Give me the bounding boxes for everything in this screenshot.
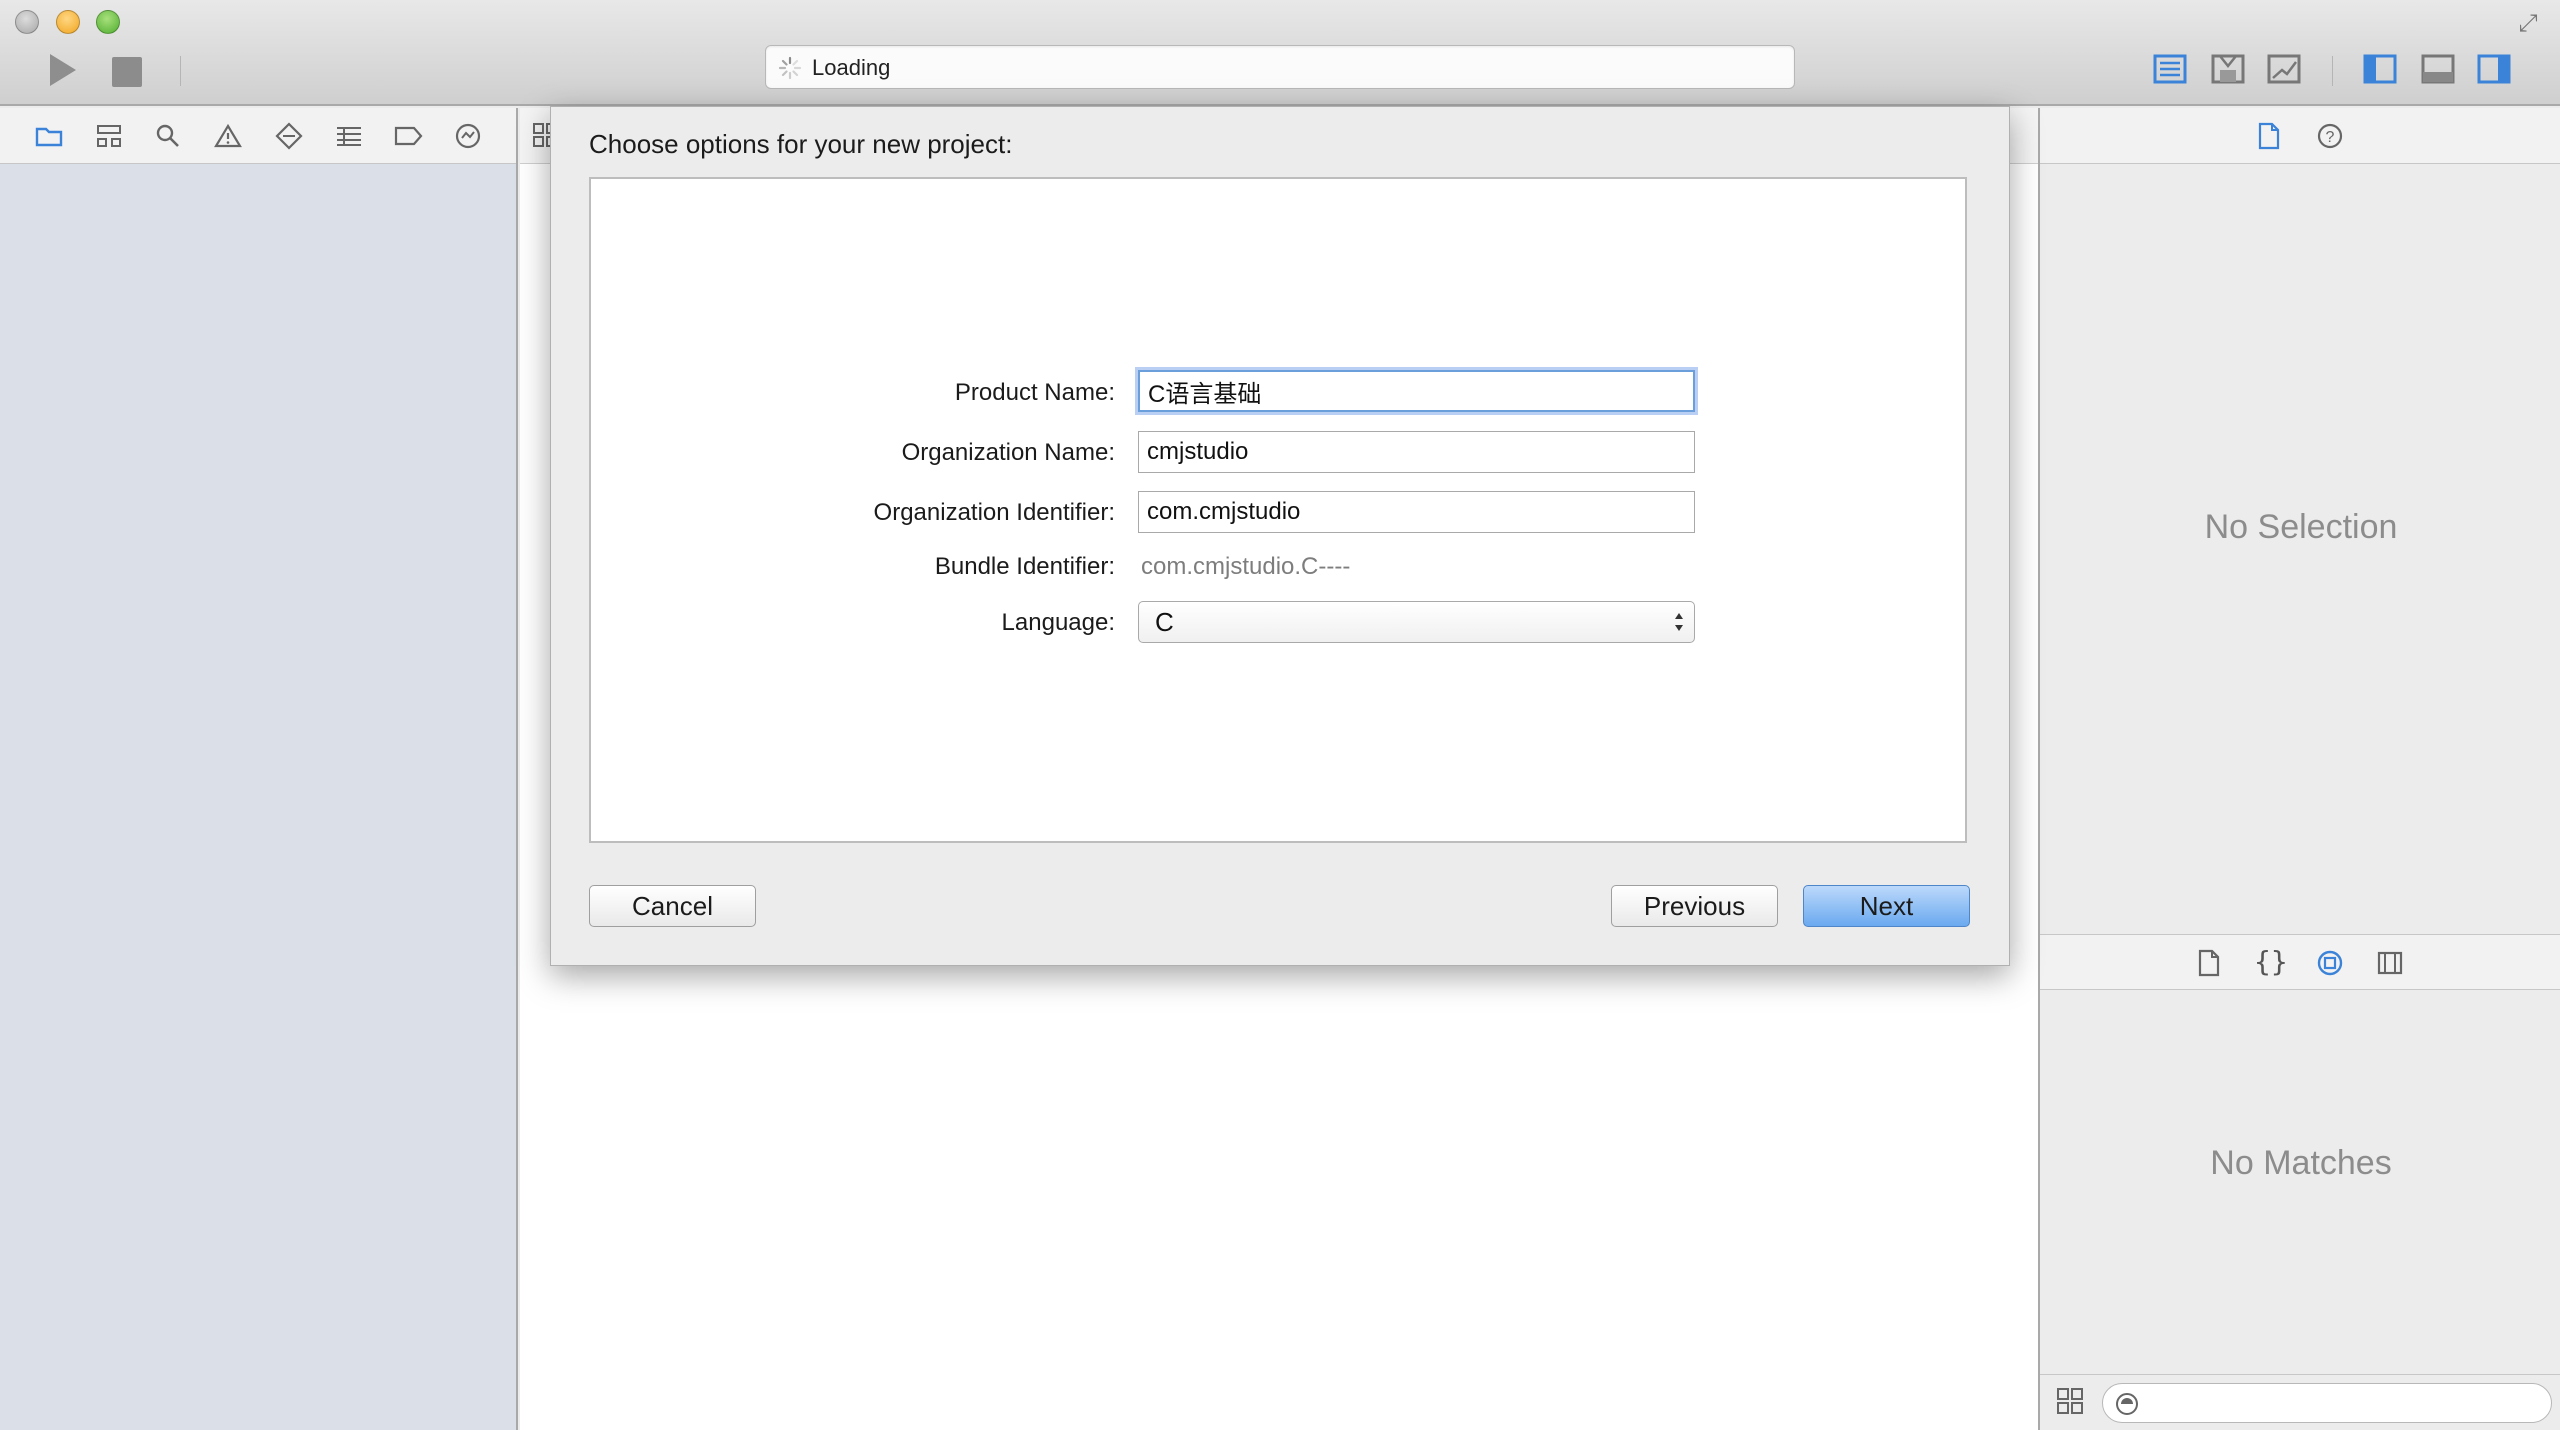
organization-identifier-field[interactable] [1138, 491, 1695, 533]
inspector-empty-label: No Selection [2204, 508, 2398, 546]
toggle-debug-area-icon[interactable] [2420, 52, 2456, 86]
search-icon [156, 124, 179, 147]
symbol-navigator-tab[interactable] [93, 120, 125, 152]
library-empty-label: No Matches [2210, 1144, 2392, 1182]
cancel-button[interactable]: Cancel [589, 885, 756, 927]
report-icon [455, 123, 481, 149]
utilities-area: ? No Selection {} No Matches [2038, 108, 2560, 1430]
report-navigator-tab[interactable] [452, 120, 484, 152]
breakpoint-navigator-tab[interactable] [393, 120, 425, 152]
previous-button[interactable]: Previous [1611, 885, 1778, 927]
sheet-title: Choose options for your new project: [589, 129, 1013, 159]
assistant-editor-icon[interactable] [2210, 52, 2246, 86]
next-button[interactable]: Next [1803, 885, 1970, 927]
svg-text:?: ? [2326, 129, 2335, 146]
version-editor-icon[interactable] [2266, 52, 2302, 86]
issue-navigator-tab[interactable] [212, 120, 244, 152]
quick-help-icon[interactable]: ? [2316, 122, 2344, 150]
product-name-label: Product Name: [954, 379, 1115, 406]
test-navigator-tab[interactable] [273, 120, 305, 152]
product-name-field[interactable] [1138, 370, 1695, 412]
toolbar-separator [2332, 56, 2333, 86]
library-tab-bar: {} [2040, 934, 2560, 990]
activity-status-text: Loading [812, 55, 891, 80]
new-project-options-sheet: Choose options for your new project: Pro… [550, 106, 2010, 966]
library-filter-input[interactable] [2102, 1383, 2552, 1423]
minimize-window-button[interactable] [56, 10, 80, 34]
organization-name-field[interactable] [1138, 431, 1695, 473]
object-library-icon[interactable] [2316, 949, 2344, 977]
warning-icon [214, 123, 242, 148]
organization-identifier-label: Organization Identifier: [873, 499, 1115, 526]
diamond-icon [275, 122, 303, 150]
activity-view: Loading [765, 45, 1795, 89]
close-window-button[interactable] [15, 10, 39, 34]
organization-name-label: Organization Name: [901, 439, 1115, 466]
project-navigator-tab[interactable] [33, 120, 65, 152]
toggle-utilities-icon[interactable] [2476, 52, 2512, 86]
options-panel: Product Name: Organization Name: Organiz… [589, 177, 1967, 843]
navigator-tab-bar [0, 108, 516, 164]
media-library-icon[interactable] [2376, 949, 2404, 977]
toggle-navigator-icon[interactable] [2362, 52, 2398, 86]
code-snippet-icon[interactable]: {} [2254, 945, 2288, 978]
hierarchy-icon [97, 125, 121, 147]
tag-icon [394, 126, 423, 146]
library-filter-bar [2040, 1374, 2560, 1430]
chevron-up-down-icon [1675, 613, 1683, 631]
bundle-identifier-label: Bundle Identifier: [934, 553, 1115, 580]
run-button[interactable] [42, 50, 82, 90]
find-navigator-tab[interactable] [152, 120, 184, 152]
file-template-icon[interactable] [2196, 949, 2222, 977]
folder-icon [35, 127, 63, 147]
loading-spinner-icon [778, 56, 802, 80]
zoom-window-button[interactable] [96, 10, 120, 34]
inspector-tab-bar: ? [2040, 108, 2560, 164]
window-toolbar: ⤢ Loading [0, 0, 2560, 106]
grid-view-icon[interactable] [2056, 1387, 2084, 1415]
filter-icon [2116, 1393, 2138, 1415]
language-label: Language: [1001, 609, 1115, 636]
stop-button[interactable] [112, 57, 142, 87]
language-select[interactable]: C [1138, 601, 1695, 643]
project-navigator [0, 108, 518, 1430]
standard-editor-icon[interactable] [2152, 52, 2188, 86]
file-inspector-icon[interactable] [2256, 122, 2282, 150]
debug-navigator-tab[interactable] [333, 120, 365, 152]
fullscreen-icon[interactable]: ⤢ [2514, 10, 2542, 38]
list-icon [337, 127, 361, 146]
bundle-identifier-value: com.cmjstudio.C---- [1141, 553, 1351, 580]
language-select-value: C [1155, 607, 1174, 637]
toolbar-separator [180, 56, 181, 86]
